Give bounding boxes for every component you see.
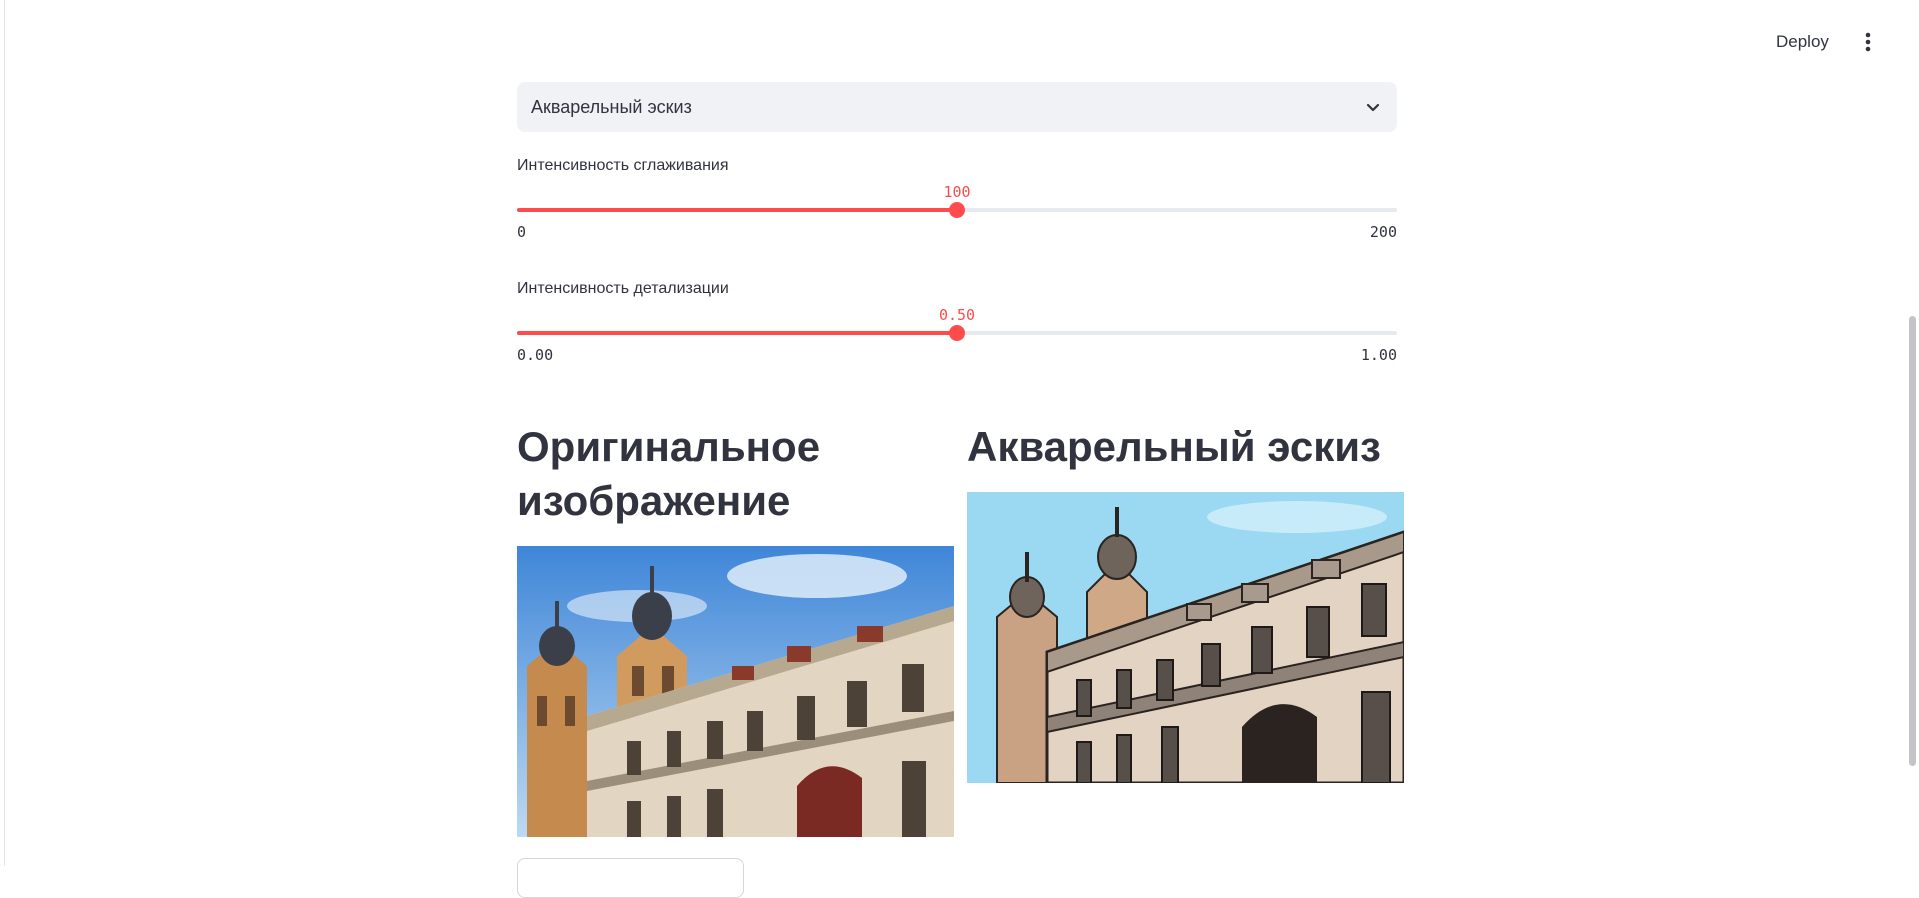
download-button[interactable] — [517, 858, 744, 898]
result-image — [967, 492, 1404, 783]
smoothing-slider-fill — [517, 208, 957, 212]
more-vertical-icon — [1865, 32, 1871, 52]
detail-slider: Интенсивность детализации 0.50 0.00 1.00 — [517, 280, 1397, 375]
scrollbar-thumb[interactable] — [1909, 316, 1916, 766]
original-image — [517, 546, 954, 837]
original-image-title: Оригинальное изображение — [517, 423, 821, 524]
smoothing-slider: Интенсивность сглаживания 100 0 200 — [517, 157, 1397, 252]
smoothing-slider-max: 200 — [1369, 223, 1397, 241]
filter-select-value: Акварельный эскиз — [531, 96, 692, 117]
main-content: Акварельный эскиз Интенсивность сглажива… — [517, 0, 1404, 898]
filter-select[interactable]: Акварельный эскиз — [517, 82, 1397, 132]
detail-slider-value: 0.50 — [938, 306, 976, 324]
detail-slider-thumb[interactable] — [949, 325, 965, 341]
smoothing-slider-label: Интенсивность сглаживания — [517, 157, 729, 174]
main-menu-button[interactable] — [1854, 26, 1882, 58]
detail-slider-max: 1.00 — [1360, 346, 1397, 364]
detail-slider-label: Интенсивность детализации — [517, 280, 729, 297]
deploy-button[interactable]: Deploy — [1768, 26, 1837, 58]
result-image-title: Акварельный эскиз — [967, 423, 1381, 470]
smoothing-slider-value: 100 — [943, 183, 971, 201]
detail-slider-min: 0.00 — [517, 346, 554, 364]
smoothing-slider-min: 0 — [517, 223, 527, 241]
chevron-down-icon — [1366, 103, 1380, 112]
detail-slider-fill — [517, 331, 957, 335]
smoothing-slider-thumb[interactable] — [949, 202, 965, 218]
